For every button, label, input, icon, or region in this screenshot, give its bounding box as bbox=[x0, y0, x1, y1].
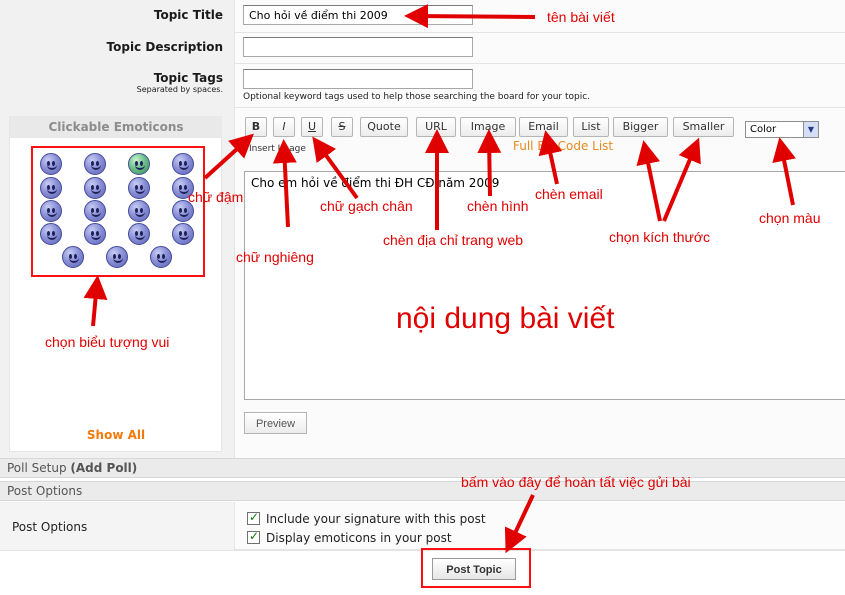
post-options-label: Post Options bbox=[12, 520, 88, 534]
list-button[interactable]: List bbox=[573, 117, 609, 137]
annotation-image: chèn hình bbox=[467, 198, 529, 214]
annotation-bold: chữ đậm bbox=[188, 189, 244, 205]
annotation-emoticons: chọn biểu tượng vui bbox=[45, 334, 170, 350]
poll-setup-label: Poll Setup bbox=[7, 461, 67, 475]
topic-tags-sublabel: Separated by spaces. bbox=[136, 85, 223, 94]
quote-button[interactable]: Quote bbox=[360, 117, 408, 137]
color-select-value: Color bbox=[750, 124, 777, 135]
topic-tags-label: Topic Tags bbox=[153, 71, 223, 85]
poll-setup-bar: Poll Setup (Add Poll) bbox=[0, 458, 845, 478]
topic-title-label: Topic Title bbox=[153, 8, 223, 22]
annotation-underline: chữ gạch chân bbox=[320, 198, 413, 214]
underline-button[interactable]: U bbox=[301, 117, 323, 137]
annotation-italic: chữ nghiêng bbox=[236, 249, 314, 265]
strikethrough-button[interactable]: S bbox=[331, 117, 353, 137]
email-button[interactable]: Email bbox=[519, 117, 568, 137]
topic-title-input[interactable] bbox=[243, 5, 473, 25]
smaller-button[interactable]: Smaller bbox=[673, 117, 734, 137]
annotation-url: chèn địa chỉ trang web bbox=[383, 232, 524, 248]
annotation-color: chọn màu bbox=[759, 210, 821, 226]
annotation-email: chèn email bbox=[535, 186, 603, 202]
bbcode-list-link[interactable]: Full BB Code List bbox=[513, 139, 613, 153]
topic-tags-input[interactable] bbox=[243, 69, 473, 89]
insert-image-label: Insert Image bbox=[249, 144, 306, 154]
annotation-content: nội dung bài viết bbox=[396, 302, 615, 335]
topic-tags-label-group: Topic Tags Separated by spaces. bbox=[137, 71, 223, 94]
color-select[interactable]: Color ▼ bbox=[745, 121, 819, 138]
image-button[interactable]: Image bbox=[460, 117, 516, 137]
bigger-button[interactable]: Bigger bbox=[613, 117, 668, 137]
annotation-size: chọn kích thước bbox=[609, 229, 711, 245]
emoticon-highlight-box bbox=[31, 146, 205, 277]
topic-description-label: Topic Description bbox=[106, 40, 223, 54]
emoticon-title: Clickable Emoticons bbox=[10, 116, 222, 138]
annotation-title: tên bài viết bbox=[547, 9, 615, 25]
preview-button[interactable]: Preview bbox=[244, 412, 307, 434]
italic-button[interactable]: I bbox=[273, 117, 295, 137]
topic-tags-hint: Optional keyword tags used to help those… bbox=[243, 92, 591, 102]
bold-button[interactable]: B bbox=[245, 117, 267, 137]
post-topic-highlight-box bbox=[421, 548, 531, 588]
chevron-down-icon: ▼ bbox=[803, 122, 818, 137]
post-options-bar: Post Options bbox=[0, 481, 845, 501]
display-emoticons-checkbox[interactable] bbox=[247, 529, 260, 544]
display-emoticons-option[interactable]: Display emoticons in your post bbox=[247, 529, 452, 545]
url-button[interactable]: URL bbox=[416, 117, 456, 137]
add-poll-link[interactable]: (Add Poll) bbox=[70, 461, 137, 475]
include-signature-checkbox[interactable] bbox=[247, 510, 260, 525]
include-signature-option[interactable]: Include your signature with this post bbox=[247, 510, 486, 526]
annotation-submit: bấm vào đây để hoàn tất việc gửi bài bbox=[461, 474, 691, 490]
display-emoticons-label: Display emoticons in your post bbox=[266, 531, 452, 545]
include-signature-label: Include your signature with this post bbox=[266, 512, 486, 526]
show-all-emoticons-link[interactable]: Show All bbox=[10, 428, 222, 442]
topic-description-input[interactable] bbox=[243, 37, 473, 57]
